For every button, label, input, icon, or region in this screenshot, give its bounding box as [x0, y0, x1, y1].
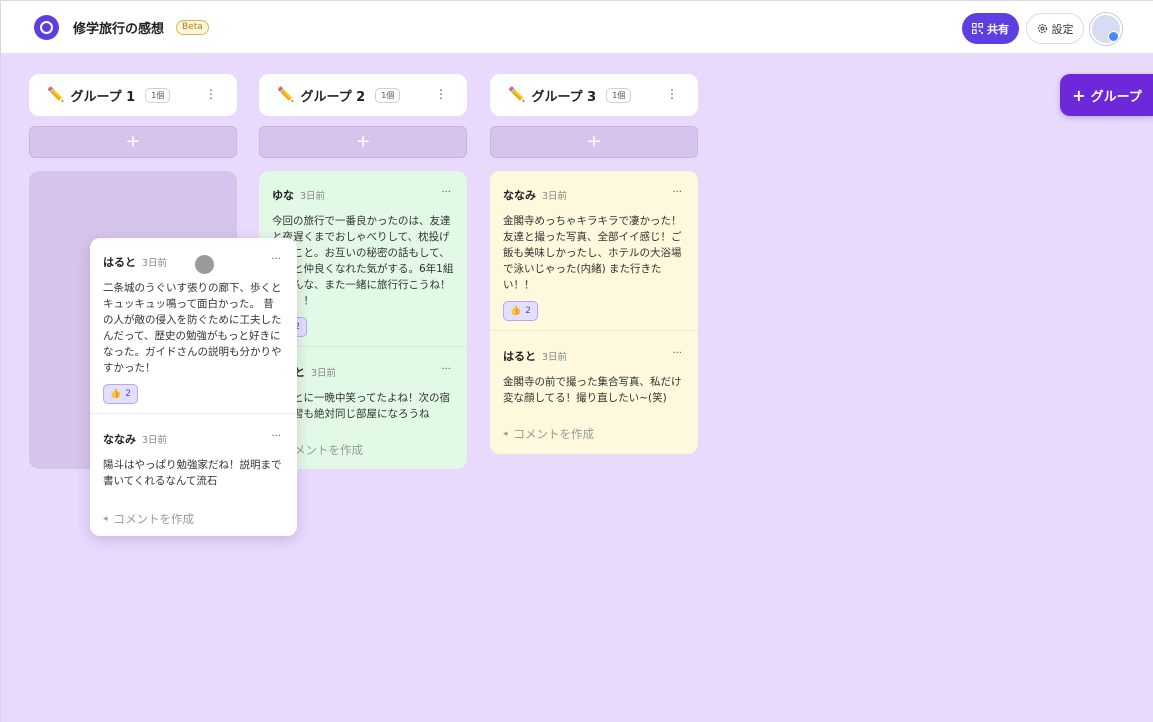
reply-menu-icon[interactable]: ···	[672, 348, 682, 359]
post-menu-icon[interactable]: ···	[672, 187, 682, 198]
column-count-badge: 1個	[145, 87, 171, 103]
column-menu-icon[interactable]: ⋮	[435, 87, 447, 101]
post-time: 3日前	[142, 258, 168, 269]
reply-text: 陽斗はやっぱり勉強家だね！説明まで書いてくれるなんて流石	[103, 459, 282, 487]
app-logo-icon[interactable]	[34, 15, 59, 40]
add-card-button[interactable]: +	[490, 126, 698, 158]
reply-time: 3日前	[142, 435, 168, 446]
comment-input[interactable]: ◂ コメントを作成	[490, 416, 698, 454]
column-title: グループ 1	[70, 89, 136, 105]
like-button[interactable]: 👍 2	[103, 384, 138, 404]
pencil-icon: ✏️	[47, 87, 65, 103]
pencil-icon: ✏️	[277, 87, 295, 103]
pencil-icon: ✏️	[508, 87, 526, 103]
settings-label: 設定	[1051, 22, 1074, 36]
reply-time: 3日前	[542, 352, 568, 363]
post-time: 3日前	[300, 191, 326, 202]
column-menu-icon[interactable]: ⋮	[666, 87, 678, 101]
reply-menu-icon[interactable]: ···	[271, 431, 281, 442]
gear-icon	[1037, 23, 1047, 34]
thumbs-up-icon: 👍	[110, 389, 122, 399]
settings-button[interactable]: 設定	[1026, 13, 1084, 44]
share-button[interactable]: 共有	[962, 13, 1019, 44]
post-text: 今回の旅行で一番良かったのは、友達と夜遅くまでおしゃべりして、枕投げしたこと。お…	[272, 215, 454, 307]
column-title: グループ 3	[531, 89, 597, 105]
send-icon: ◂	[503, 429, 508, 439]
post-time: 3日前	[542, 191, 568, 202]
reply-menu-icon[interactable]: ···	[441, 364, 451, 375]
drag-cursor-indicator	[195, 255, 214, 274]
reply-item: はると 3日前 ··· 金閣寺の前で撮った集合写真、私だけ変な顔してる！撮り直し…	[490, 331, 698, 416]
column-count-badge: 1個	[375, 87, 401, 103]
add-group-label: グループ	[1090, 89, 1142, 105]
comment-placeholder: コメントを作成	[513, 427, 595, 441]
reply-item: ななみ 3日前 ··· 陽斗はやっぱり勉強家だね！説明まで書いてくれるなんて流石	[90, 414, 297, 499]
like-count: 2	[125, 389, 131, 399]
thumbs-up-icon: 👍	[510, 306, 522, 316]
like-count: 2	[525, 306, 531, 316]
send-icon: ◂	[103, 514, 108, 524]
column-count-badge: 1個	[606, 87, 632, 103]
column-header-group-2[interactable]: ✏️ グループ 2 1個 ⋮	[259, 74, 467, 116]
post-author: ななみ	[503, 189, 536, 202]
share-label: 共有	[987, 22, 1009, 36]
add-group-button[interactable]: + グループ	[1060, 74, 1153, 116]
post-text: 金閣寺めっちゃキラキラで凄かった！友達と撮った写真、全部イイ感じ！ご飯も美味しか…	[503, 215, 682, 291]
qr-code-icon	[972, 23, 983, 34]
add-card-button[interactable]: +	[259, 126, 467, 158]
plus-icon: +	[1072, 85, 1086, 105]
post-item: はると 3日前 ··· 二条城のうぐいす張りの廊下、歩くとキュッキュッ鳴って面白…	[90, 238, 297, 413]
page-title: 修学旅行の感想	[73, 22, 165, 37]
top-bar: 修学旅行の感想 Beta 共有 設定	[1, 1, 1153, 54]
reply-text: 金閣寺の前で撮った集合写真、私だけ変な顔してる！撮り直したい~(笑)	[503, 376, 682, 404]
post-menu-icon[interactable]: ···	[271, 254, 281, 265]
reply-author: ななみ	[103, 433, 136, 446]
dragged-post-card[interactable]: はると 3日前 ··· 二条城のうぐいす張りの廊下、歩くとキュッキュッ鳴って面白…	[90, 238, 297, 536]
column-menu-icon[interactable]: ⋮	[205, 87, 217, 101]
reply-text: ほんとに一晩中笑ってたよね！次の宿泊学習も絶対同じ部屋になろうね	[272, 392, 450, 420]
comment-placeholder: コメントを作成	[113, 512, 195, 526]
reply-author: はると	[503, 350, 536, 363]
like-button[interactable]: 👍 2	[503, 301, 538, 321]
column-header-group-3[interactable]: ✏️ グループ 3 1個 ⋮	[490, 74, 698, 116]
post-author: ゆな	[272, 189, 294, 202]
comment-input[interactable]: ◂ コメントを作成	[90, 499, 297, 541]
post-item: ななみ 3日前 ··· 金閣寺めっちゃキラキラで凄かった！友達と撮った写真、全部…	[490, 171, 698, 330]
column-header-group-1[interactable]: ✏️ グループ 1 1個 ⋮	[29, 74, 237, 116]
reply-time: 3日前	[311, 368, 337, 379]
beta-badge: Beta	[176, 20, 209, 35]
avatar-status-badge	[1108, 31, 1119, 42]
post-menu-icon[interactable]: ···	[441, 187, 451, 198]
post-author: はると	[103, 256, 136, 269]
column-title: グループ 2	[300, 89, 366, 105]
add-card-button[interactable]: +	[29, 126, 237, 158]
post-text: 二条城のうぐいす張りの廊下、歩くとキュッキュッ鳴って面白かった。 昔の人が敵の侵…	[103, 282, 282, 374]
post-card[interactable]: ななみ 3日前 ··· 金閣寺めっちゃキラキラで凄かった！友達と撮った写真、全部…	[490, 171, 698, 454]
